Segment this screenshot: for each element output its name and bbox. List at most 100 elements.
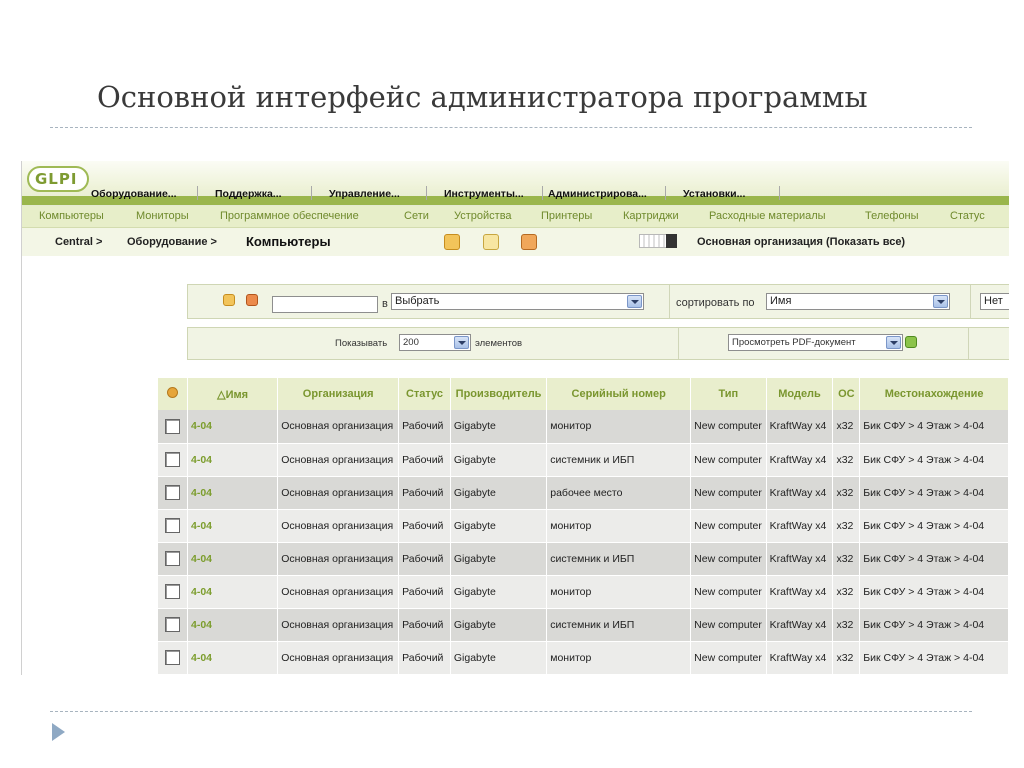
column-header-type[interactable]: Тип [690,378,767,410]
column-header-status[interactable]: Статус [398,378,451,410]
submenu-cartridges[interactable]: Картриджи [623,210,679,222]
column-header-model[interactable]: Модель [766,378,834,410]
main-menu-bar: GLPI Оборудование... Поддержка... Управл… [22,161,1009,206]
column-header-name[interactable]: △Имя [187,378,279,410]
location-cell: Бик СФУ > 4 Этаж > 4-04 [859,542,1009,576]
model-cell: KraftWay x4 [766,641,834,675]
export-select-value: Просмотреть PDF-документ [732,337,856,348]
submenu-computers[interactable]: Компьютеры [39,210,104,222]
model-cell: KraftWay x4 [766,410,834,444]
column-header-organization[interactable]: Организация [277,378,400,410]
menu-item-equipment[interactable]: Оборудование... [91,188,177,200]
row-checkbox[interactable] [164,452,180,467]
row-select-cell [158,641,188,675]
extra-select-value: Нет [984,295,1003,307]
type-cell: New computer [690,608,767,642]
type-cell: New computer [690,542,767,576]
chevron-down-icon[interactable] [627,295,642,308]
manufacturer-cell: Gigabyte [450,575,548,609]
menu-item-setup[interactable]: Установки... [683,188,745,200]
export-go-icon[interactable] [905,336,917,348]
panel-separator [968,328,969,359]
submenu-monitors[interactable]: Мониторы [136,210,189,222]
computer-name-link[interactable]: 4-04 [187,443,279,477]
column-header-manufacturer[interactable]: Производитель [450,378,548,410]
row-select-cell [158,443,188,477]
template-icon[interactable] [521,234,537,250]
remove-criteria-icon[interactable] [246,294,258,306]
row-checkbox[interactable] [164,584,180,599]
add-item-icon[interactable] [444,234,460,250]
divider-bottom [50,711,972,712]
sort-select[interactable]: Имя [766,293,950,310]
table-row: 4-04 Основная организация Рабочий Gigabyte с… [158,608,1009,642]
manufacturer-cell: Gigabyte [450,542,548,576]
row-checkbox[interactable] [164,485,180,500]
search-icon[interactable] [483,234,499,250]
column-header-os[interactable]: ОС [832,378,861,410]
page-size-value: 200 [403,337,419,348]
entity-selector[interactable] [639,234,677,248]
row-checkbox[interactable] [164,617,180,632]
submenu-networks[interactable]: Сети [404,210,429,222]
submenu-printers[interactable]: Принтеры [541,210,592,222]
computers-table: △Имя Организация Статус Производитель Се… [158,378,1009,675]
row-select-cell [158,608,188,642]
page-size-select[interactable]: 200 [399,334,471,351]
row-checkbox[interactable] [164,551,180,566]
submenu-status[interactable]: Статус [950,210,985,222]
search-panel: в Выбрать сортировать по Имя Нет [187,284,1009,319]
row-checkbox[interactable] [164,650,180,665]
chevron-down-icon[interactable] [886,336,901,349]
row-checkbox[interactable] [164,518,180,533]
entity-label[interactable]: Основная организация (Показать все) [697,236,905,248]
submenu-software[interactable]: Программное обеспечение [220,210,359,222]
field-select[interactable]: Выбрать [391,293,644,310]
organization-cell: Основная организация [277,509,400,543]
computer-name-link[interactable]: 4-04 [187,641,279,675]
organization-cell: Основная организация [277,608,400,642]
computer-name-link[interactable]: 4-04 [187,476,279,510]
menu-item-admin[interactable]: Администрирова... [548,188,647,200]
computer-name-link[interactable]: 4-04 [187,410,279,444]
export-select[interactable]: Просмотреть PDF-документ [728,334,903,351]
extra-select[interactable]: Нет [980,293,1009,310]
show-label: Показывать [335,338,388,349]
submenu-consumables[interactable]: Расходные материалы [709,210,826,222]
computer-name-link[interactable]: 4-04 [187,542,279,576]
status-cell: Рабочий [398,608,451,642]
add-criteria-icon[interactable] [223,294,235,306]
serial-cell: системник и ИБП [546,443,692,477]
table-row: 4-04 Основная организация Рабочий Gigabyte с… [158,542,1009,576]
row-checkbox[interactable] [164,418,180,434]
model-cell: KraftWay x4 [766,608,834,642]
serial-cell: системник и ИБП [546,608,692,642]
type-cell: New computer [690,509,767,543]
chevron-down-icon[interactable] [933,295,948,308]
menu-item-management[interactable]: Управление... [329,188,400,200]
sort-icon [166,387,178,398]
status-cell: Рабочий [398,542,451,576]
menu-item-support[interactable]: Поддержка... [215,188,282,200]
select-all-header[interactable] [158,378,188,410]
computer-name-link[interactable]: 4-04 [187,608,279,642]
row-select-cell [158,410,188,444]
status-cell: Рабочий [398,641,451,675]
search-input[interactable] [272,296,378,313]
chevron-down-icon[interactable] [454,336,469,349]
computer-name-link[interactable]: 4-04 [187,575,279,609]
model-cell: KraftWay x4 [766,476,834,510]
table-row: 4-04 Основная организация Рабочий Gigabyte м… [158,509,1009,543]
breadcrumb-equipment[interactable]: Оборудование > [127,236,217,248]
submenu-devices[interactable]: Устройства [454,210,512,222]
glpi-logo[interactable]: GLPI [27,166,89,192]
computer-name-link[interactable]: 4-04 [187,509,279,543]
submenu-phones[interactable]: Телефоны [865,210,919,222]
menu-item-tools[interactable]: Инструменты... [444,188,524,200]
column-header-location[interactable]: Местонахождение [859,378,1009,410]
organization-cell: Основная организация [277,476,400,510]
column-header-serial[interactable]: Серийный номер [546,378,692,410]
next-slide-arrow-icon[interactable] [52,723,65,741]
breadcrumb-central[interactable]: Central > [55,236,102,248]
model-cell: KraftWay x4 [766,575,834,609]
